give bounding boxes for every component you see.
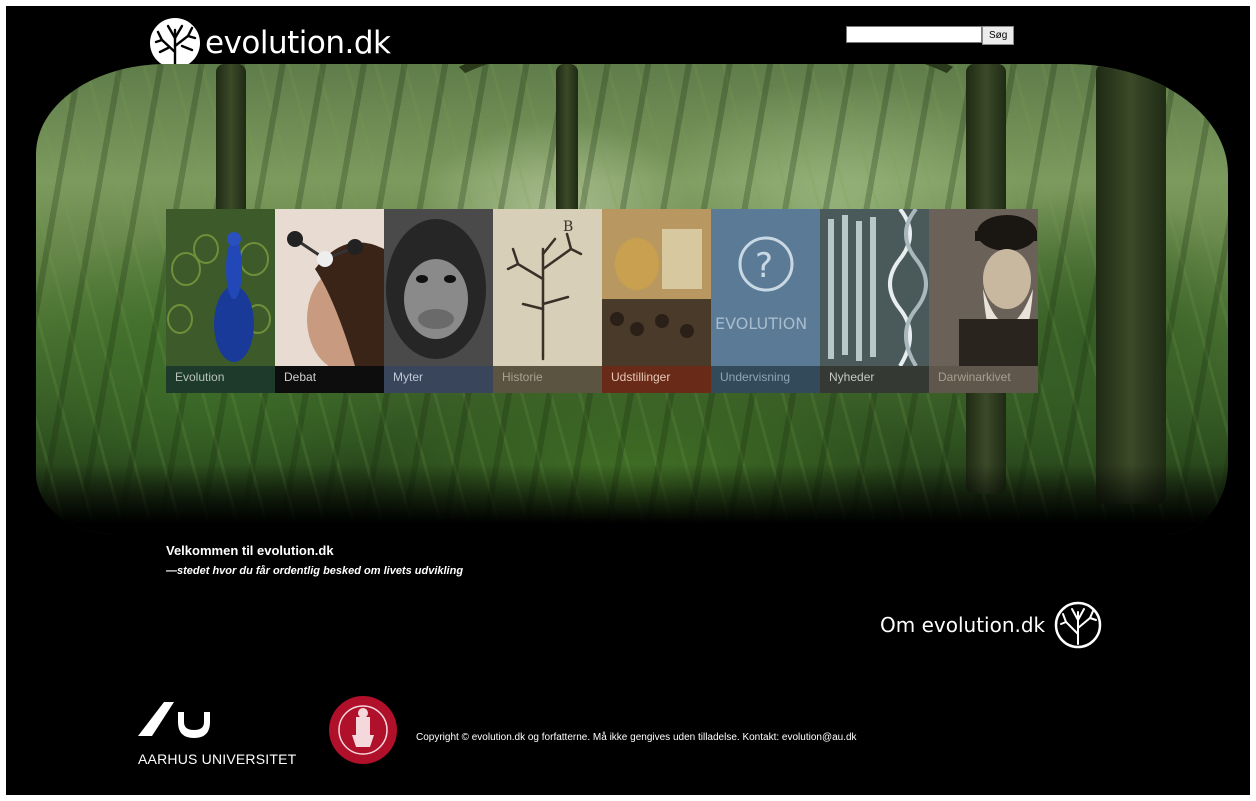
nav-label-nyheder: Nyheder [820,366,929,393]
about-label: Om evolution.dk [880,613,1046,637]
svg-text:?: ? [755,246,773,286]
header: evolution.dk Søg [6,6,1250,68]
tree-of-life-icon [150,18,200,68]
nav-tile-debat[interactable]: Debat [275,209,384,393]
au-logo-icon [138,702,210,738]
logo-text: evolution.dk [205,25,391,61]
copenhagen-university-seal[interactable] [328,695,398,765]
nav-tile-udstillinger[interactable]: Udstillinger [602,209,711,393]
nav-label-darwinarkivet: Darwinarkivet [929,366,1038,393]
vine [416,64,996,204]
nav-label-historie: Historie [493,366,602,393]
page-frame: evolution.dk Søg Evolution Debat Myter B… [6,6,1250,795]
svg-text:EVOLUTION: EVOLUTION [715,314,807,333]
nav-tile-nyheder[interactable]: Nyheder [820,209,929,393]
nav-label-myter: Myter [384,366,493,393]
svg-text:B: B [563,219,573,235]
nav-tile-undervisning[interactable]: ? EVOLUTION Undervisning [711,209,820,393]
copyright-text: Copyright © evolution.dk og forfatterne.… [416,732,857,743]
museum-exhibit-image [602,209,711,366]
tree-trunk [1096,64,1166,504]
darwin-sketch-image: B [493,209,602,366]
search-button[interactable]: Søg [982,26,1015,45]
nav-label-undervisning: Undervisning [711,366,820,393]
dna-image [820,209,929,366]
main-navigation: Evolution Debat Myter B Historie Udstill… [166,209,1038,393]
peacock-image [166,209,275,366]
nav-tile-evolution[interactable]: Evolution [166,209,275,393]
chimpanzee-image [384,209,493,366]
nav-label-udstillinger: Udstillinger [602,366,711,393]
nav-tile-myter[interactable]: Myter [384,209,493,393]
search-form: Søg [846,26,1015,45]
nav-tile-darwinarkivet[interactable]: Darwinarkivet [929,209,1038,393]
tree-of-life-icon [1054,601,1102,649]
nav-label-debat: Debat [275,366,384,393]
aarhus-university-logo[interactable]: AARHUS UNIVERSITET [138,698,308,767]
au-label: AARHUS UNIVERSITET [138,751,297,767]
search-input[interactable] [846,26,982,43]
darwin-portrait-image [929,209,1038,366]
nav-tile-historie[interactable]: B Historie [493,209,602,393]
scientist-image [275,209,384,366]
welcome-title: Velkommen til evolution.dk [166,543,334,558]
nav-label-evolution: Evolution [166,366,275,393]
about-link[interactable]: Om evolution.dk [880,600,1103,650]
footer: AARHUS UNIVERSITET Copyright © evolution… [6,690,1250,790]
site-logo[interactable]: evolution.dk [148,16,391,70]
chalkboard-image: ? EVOLUTION [711,209,820,366]
welcome-section: Velkommen til evolution.dk —stedet hvor … [166,543,463,577]
welcome-subtitle: —stedet hvor du får ordentlig besked om … [166,565,464,577]
